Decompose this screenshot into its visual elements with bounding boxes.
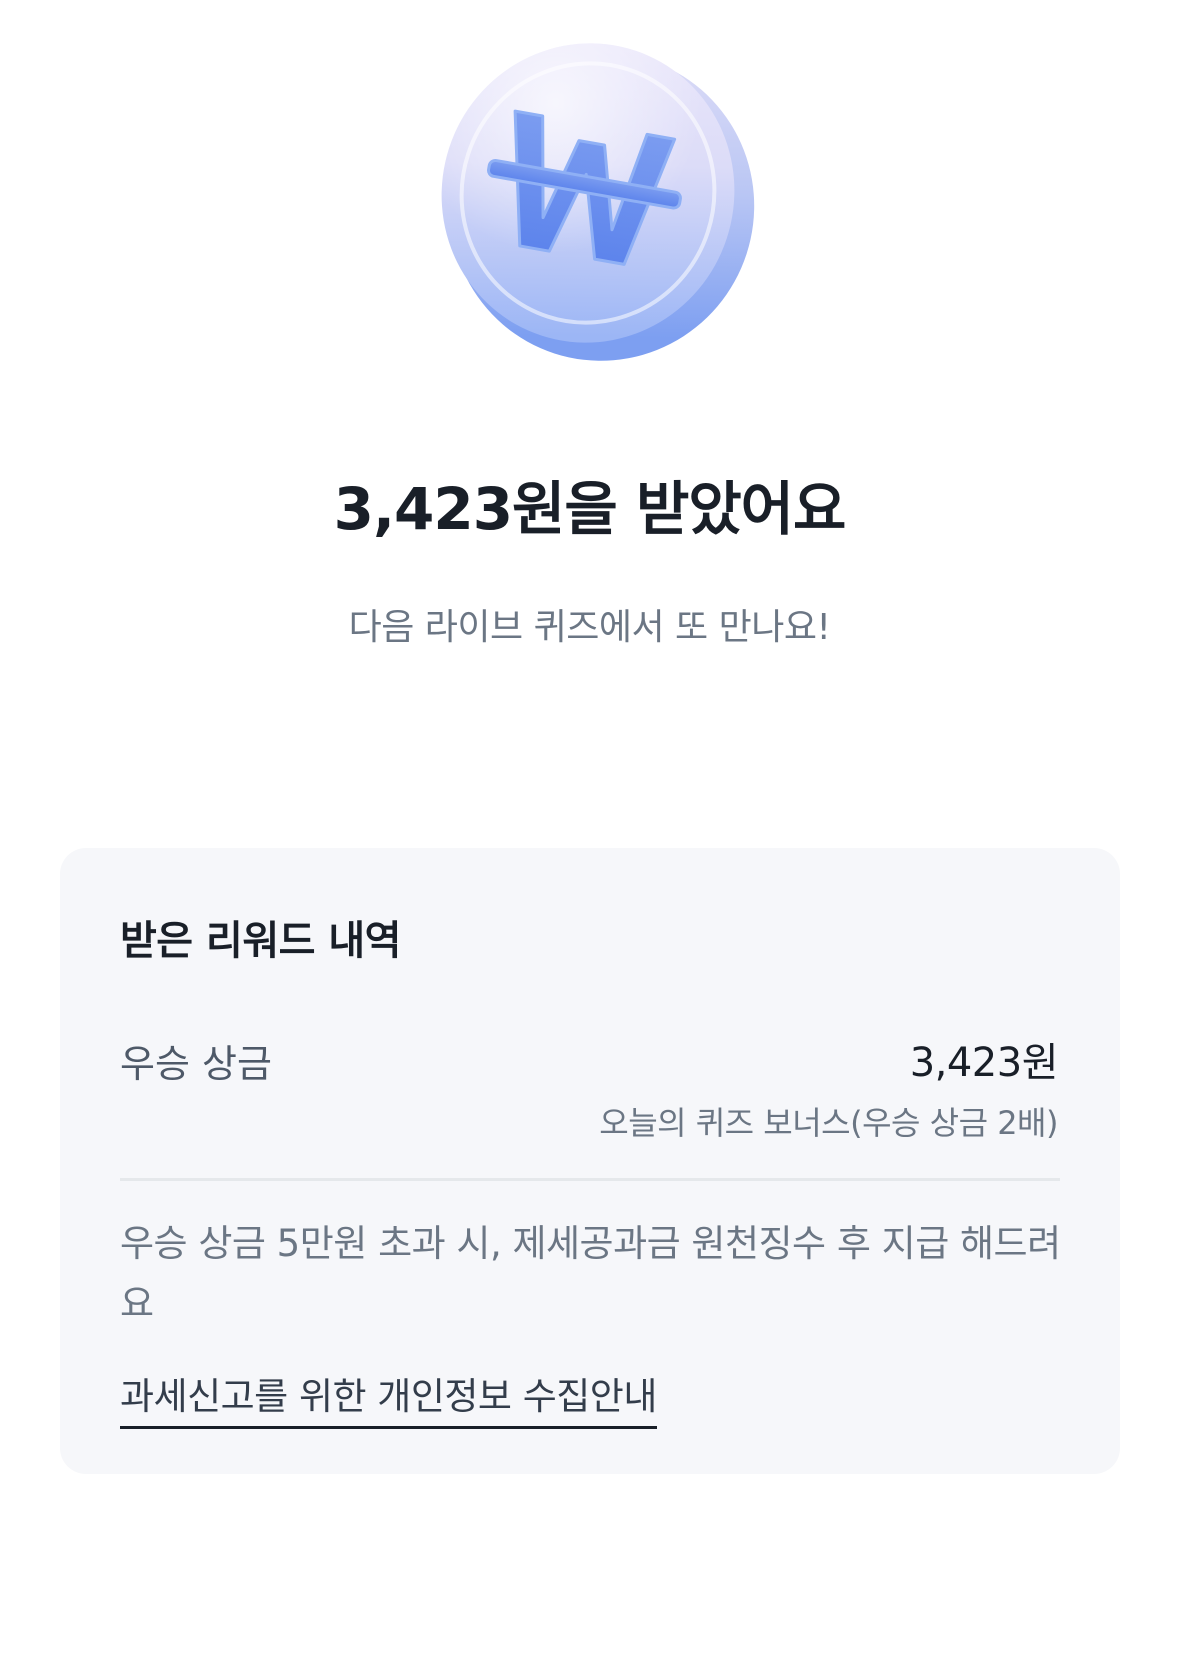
prize-amount: 3,423원: [909, 1040, 1059, 1086]
reward-title: 3,423원을 받았어요: [333, 475, 847, 543]
prize-label: 우승 상금: [120, 1042, 272, 1086]
reward-history-title: 받은 리워드 내역: [120, 918, 401, 964]
privacy-info-link[interactable]: 과세신고를 위한 개인정보 수집안내: [120, 1366, 657, 1429]
reward-subtitle: 다음 라이브 퀴즈에서 또 만나요!: [348, 607, 831, 648]
tax-notice: 우승 상금 5만원 초과 시, 제세공과금 원천징수 후 지급 해드려요: [120, 1222, 1061, 1325]
reward-history-card: 받은 리워드 내역 우승 상금 3,423원 오늘의 퀴즈 보너스(우승 상금 …: [60, 848, 1120, 1474]
won-coin-icon-graphic: [441, 43, 755, 361]
won-coin-icon: [410, 25, 770, 370]
prize-detail: 오늘의 퀴즈 보너스(우승 상금 2배): [599, 1104, 1058, 1142]
divider: [120, 1178, 1060, 1181]
